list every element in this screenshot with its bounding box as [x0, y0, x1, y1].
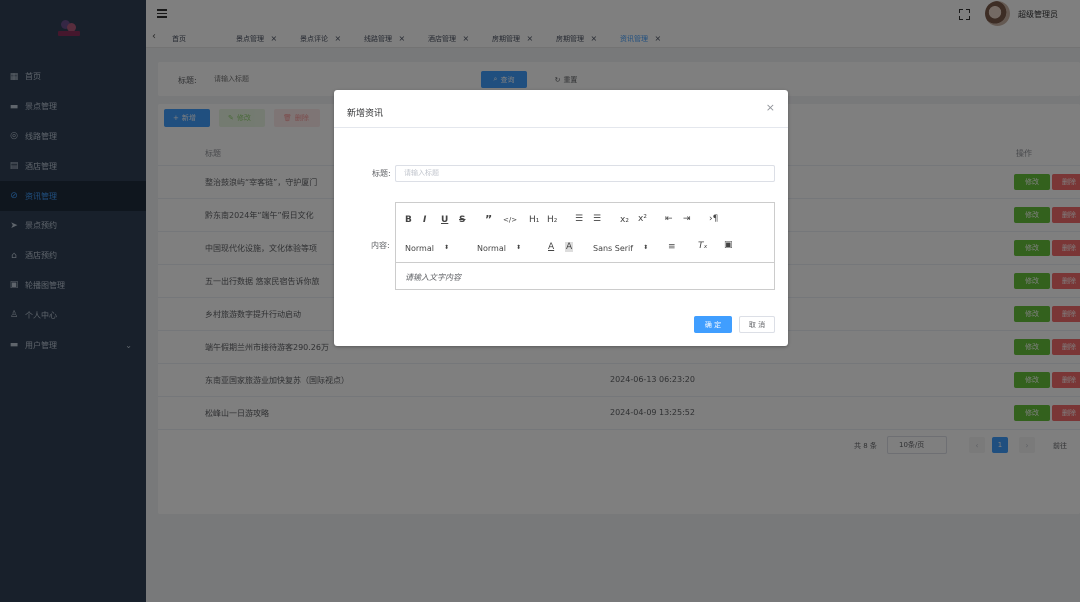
dialog-divider	[334, 127, 788, 128]
editor-toolbar: B I U S ” </> H₁ H₂ ☰ ☰ x₂ x² ⇤ ⇥ ›¶ Nor…	[396, 203, 774, 263]
superscript-icon[interactable]: x²	[638, 214, 647, 224]
font-select[interactable]: Sans Serif ⬍	[593, 244, 648, 253]
bullet-list-icon[interactable]: ☰	[593, 214, 601, 224]
align-icon[interactable]: ≡	[668, 242, 676, 252]
title-label: 标题:	[372, 169, 391, 178]
font-color-icon[interactable]: A	[548, 242, 554, 252]
add-news-dialog: 新增资讯 × 标题: 请输入标题 内容: B I U S ” </> H₁ H₂…	[334, 90, 788, 346]
title-input[interactable]: 请输入标题	[395, 165, 775, 182]
image-icon[interactable]: ▣	[724, 240, 733, 250]
size-select-value: Normal	[477, 244, 506, 253]
underline-icon[interactable]: U	[441, 215, 448, 225]
content-label: 内容:	[371, 241, 390, 250]
updown-icon: ⬍	[443, 244, 449, 251]
dialog-title: 新增资讯	[347, 109, 384, 119]
font-select-value: Sans Serif	[593, 244, 634, 253]
text-direction-icon[interactable]: ›¶	[709, 214, 718, 224]
header-select-value: Normal	[405, 244, 434, 253]
subscript-icon[interactable]: x₂	[620, 215, 629, 225]
blockquote-icon[interactable]: ”	[485, 213, 492, 226]
header2-icon[interactable]: H₂	[547, 215, 557, 225]
updown-icon: ⬍	[515, 244, 521, 251]
editor-placeholder[interactable]: 请输入文字内容	[405, 272, 461, 283]
bold-icon[interactable]: B	[405, 215, 412, 225]
close-icon[interactable]: ×	[766, 101, 775, 114]
header-select[interactable]: Normal ⬍	[405, 244, 449, 253]
strike-icon[interactable]: S	[459, 215, 465, 225]
background-color-icon[interactable]: A	[565, 242, 574, 252]
size-select[interactable]: Normal ⬍	[477, 244, 521, 253]
outdent-icon[interactable]: ⇤	[665, 214, 673, 224]
clean-format-icon[interactable]: Tₓ	[698, 241, 708, 251]
confirm-button[interactable]: 确 定	[694, 316, 732, 333]
rich-text-editor: B I U S ” </> H₁ H₂ ☰ ☰ x₂ x² ⇤ ⇥ ›¶ Nor…	[395, 202, 775, 290]
italic-icon[interactable]: I	[423, 215, 426, 225]
cancel-button[interactable]: 取 消	[739, 316, 775, 333]
header1-icon[interactable]: H₁	[529, 215, 539, 225]
updown-icon: ⬍	[643, 244, 649, 251]
ordered-list-icon[interactable]: ☰	[575, 214, 583, 224]
code-block-icon[interactable]: </>	[503, 216, 517, 224]
indent-icon[interactable]: ⇥	[683, 214, 691, 224]
